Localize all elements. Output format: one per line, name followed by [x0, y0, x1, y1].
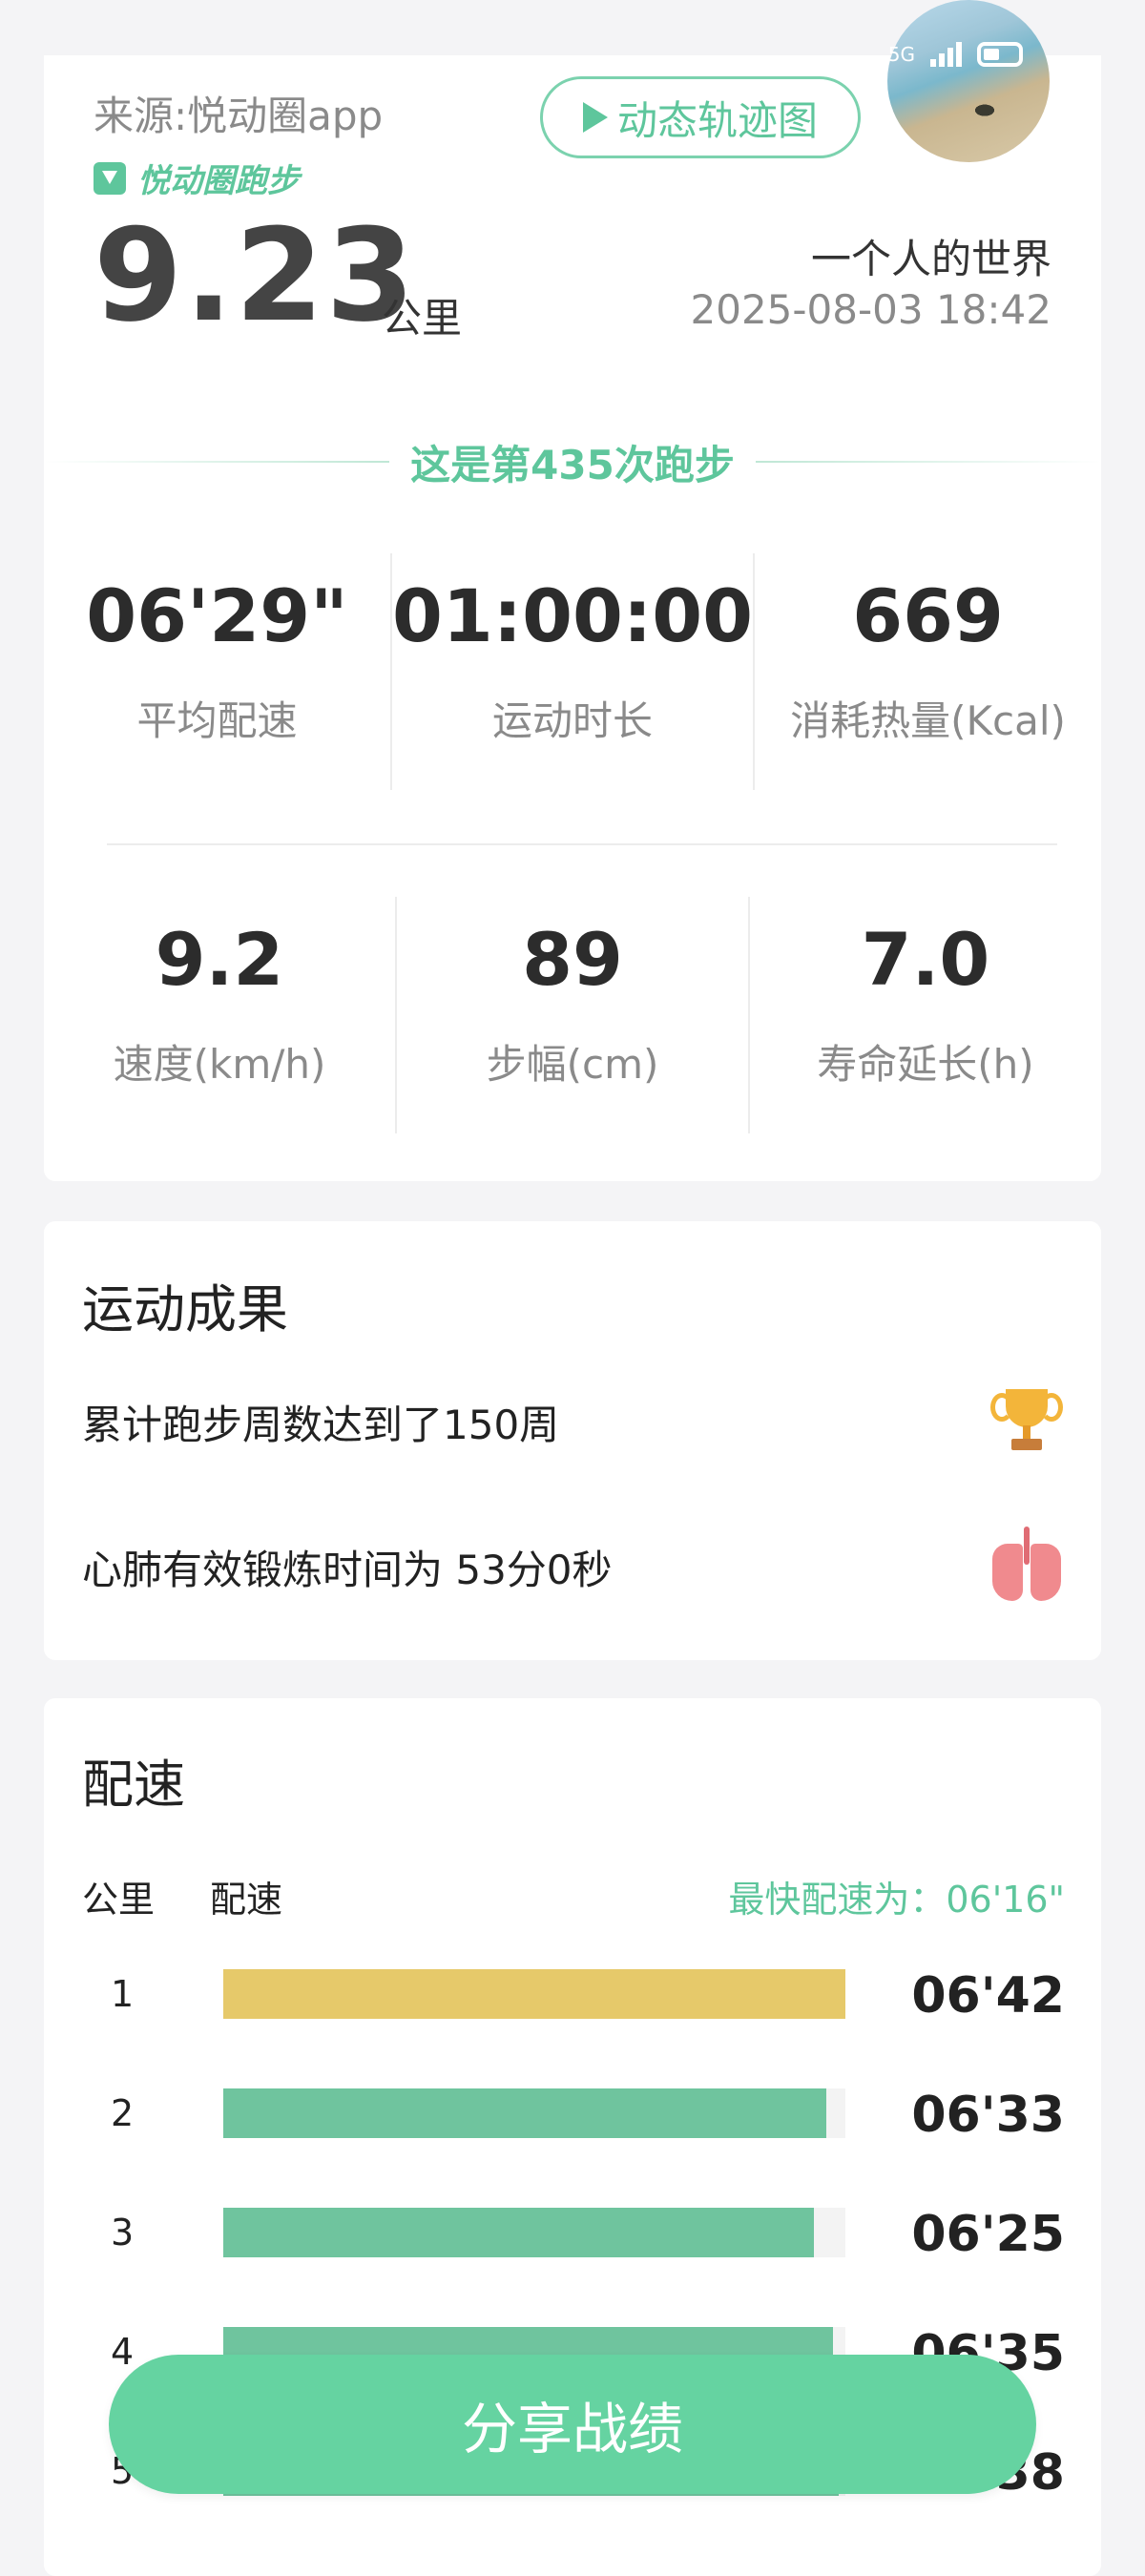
- pace-bar-track: [223, 2088, 845, 2138]
- divider: [107, 843, 1057, 845]
- status-bar: 5G: [888, 42, 1023, 67]
- run-count-banner: 这是第435次跑步: [44, 437, 1102, 488]
- pace-row: 3 06'25: [82, 2206, 1065, 2263]
- stat-value: 7.0: [861, 917, 990, 1002]
- brand-icon: [94, 161, 126, 195]
- avatar[interactable]: [887, 0, 1050, 162]
- pace-bar: [223, 2088, 827, 2138]
- brand-logo: 悦动圈跑步: [94, 155, 300, 201]
- distance-value: 9.23: [94, 201, 417, 350]
- divider: [755, 461, 1102, 463]
- stats-row: 06'29" 平均配速 01:00:00 运动时长 669 消耗热量(Kcal): [44, 553, 1101, 790]
- stat-label: 消耗热量(Kcal): [790, 697, 1066, 744]
- pace-bar-track: [223, 2208, 845, 2257]
- pace-km: 2: [111, 2092, 135, 2134]
- stat-value: 669: [852, 573, 1004, 658]
- run-count-text: 这是第435次跑步: [410, 441, 735, 488]
- stat-speed: 9.2 速度(km/h): [44, 897, 397, 1133]
- col-pace-label: 配速: [210, 1879, 283, 1921]
- stat-avg-pace: 06'29" 平均配速: [44, 553, 392, 790]
- stat-value: 9.2: [155, 917, 284, 1002]
- pace-km: 1: [111, 1973, 135, 2015]
- brand-name: 悦动圈跑步: [137, 162, 300, 200]
- stat-label: 寿命延长(h): [817, 1041, 1034, 1088]
- stat-value: 89: [522, 917, 623, 1002]
- stat-label: 步幅(cm): [486, 1041, 659, 1088]
- stat-life-extension: 7.0 寿命延长(h): [750, 897, 1101, 1133]
- stat-calories: 669 消耗热量(Kcal): [755, 553, 1101, 790]
- source-label: 来源:悦动圈app: [94, 93, 384, 139]
- trophy-icon: [989, 1383, 1065, 1460]
- distance-unit: 公里: [382, 295, 463, 342]
- stat-label: 平均配速: [136, 697, 298, 744]
- pace-time: 06'25: [911, 2206, 1065, 2263]
- pace-time: 06'42: [911, 1967, 1065, 2025]
- signal-icon: [930, 42, 962, 67]
- network-label: 5G: [887, 43, 915, 66]
- run-datetime: 2025-08-03 18:42: [690, 286, 1051, 333]
- pace-bar-track: [223, 1969, 845, 2019]
- pace-title: 配速: [82, 1755, 185, 1815]
- lungs-icon: [989, 1527, 1065, 1607]
- achievements-title: 运动成果: [82, 1279, 288, 1340]
- pace-bar: [223, 1969, 845, 2019]
- stat-stride: 89 步幅(cm): [397, 897, 750, 1133]
- pace-time: 06'33: [911, 2087, 1065, 2144]
- pace-km: 4: [111, 2331, 135, 2373]
- pace-bar: [223, 2208, 815, 2257]
- stat-duration: 01:00:00 运动时长: [391, 553, 756, 790]
- achievement-item: 心肺有效锻炼时间为 53分0秒: [82, 1527, 1065, 1607]
- fastest-pace: 最快配速为：06'16": [728, 1879, 1065, 1921]
- user-nickname: 一个人的世界: [810, 236, 1051, 282]
- achievement-text: 累计跑步周数达到了150周: [82, 1401, 560, 1448]
- battery-icon: [977, 42, 1023, 67]
- stat-value: 06'29": [86, 573, 348, 658]
- track-button[interactable]: 动态轨迹图: [540, 76, 861, 158]
- achievement-text: 心肺有效锻炼时间为 53分0秒: [82, 1546, 613, 1593]
- share-button[interactable]: 分享战绩: [109, 2355, 1036, 2494]
- stat-label: 运动时长: [492, 697, 654, 744]
- achievement-item: 累计跑步周数达到了150周: [82, 1383, 1065, 1460]
- col-km-label: 公里: [82, 1879, 156, 1921]
- pace-km: 3: [111, 2212, 135, 2254]
- pace-row: 2 06'33: [82, 2087, 1065, 2144]
- stat-label: 速度(km/h): [113, 1041, 326, 1088]
- stats-row: 9.2 速度(km/h) 89 步幅(cm) 7.0 寿命延长(h): [44, 897, 1101, 1133]
- play-icon: [582, 102, 608, 133]
- divider: [44, 461, 390, 463]
- stat-value: 01:00:00: [391, 573, 754, 658]
- track-button-label: 动态轨迹图: [616, 96, 818, 144]
- pace-row: 1 06'42: [82, 1967, 1065, 2025]
